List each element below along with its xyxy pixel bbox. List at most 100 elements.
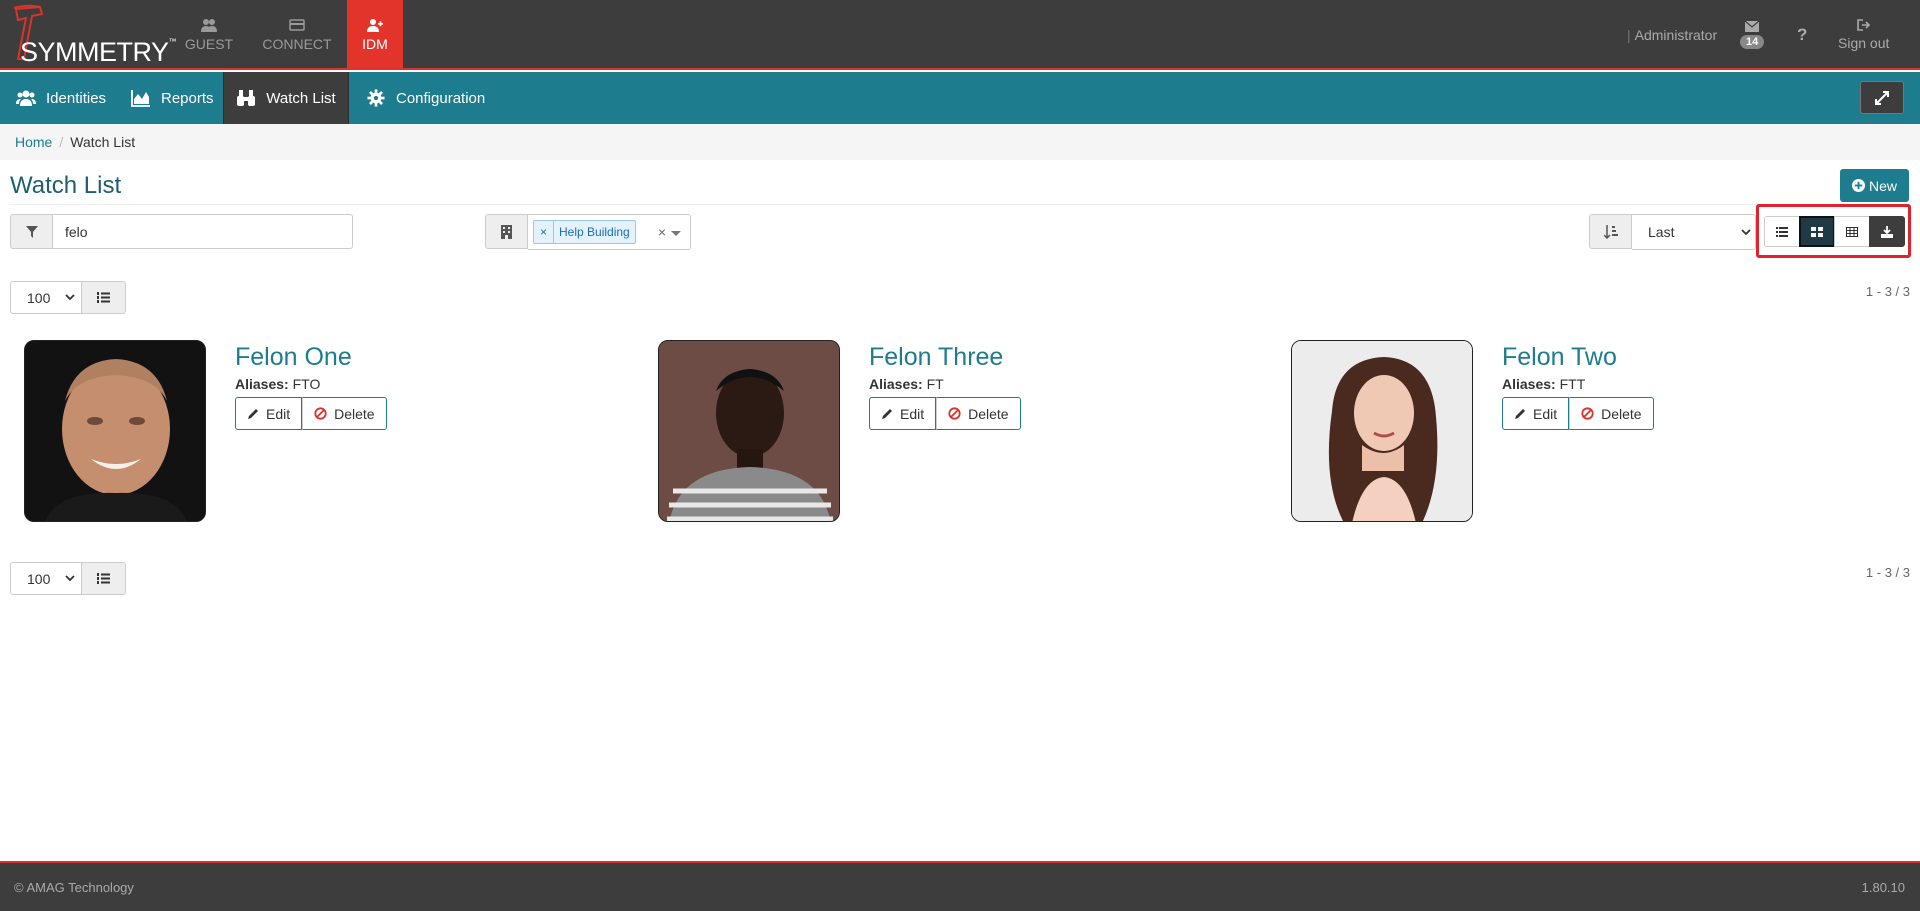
identity-photo[interactable] <box>658 340 840 522</box>
list-icon <box>1776 226 1788 237</box>
messages-button[interactable]: 14 <box>1740 0 1765 70</box>
nav-item-identities[interactable]: Identities <box>16 72 118 124</box>
aliases-value: FTT <box>1559 376 1586 392</box>
nav-label: Identities <box>46 89 107 107</box>
tag-remove-icon[interactable]: × <box>534 221 555 243</box>
nav-item-reports[interactable]: Reports <box>131 72 221 124</box>
identity-name-link[interactable]: Felon One <box>235 343 352 372</box>
expand-icon <box>1875 90 1889 105</box>
aliases-line: Aliases: FTO <box>235 376 320 392</box>
app-tab-label: IDM <box>362 36 388 52</box>
sign-out-button[interactable]: Sign out <box>1838 0 1889 70</box>
building-select[interactable]: × Help Building × <box>528 214 691 250</box>
breadcrumb-current: Watch List <box>70 134 136 150</box>
person-portrait-icon <box>25 341 205 521</box>
list-view-button[interactable] <box>1764 216 1800 247</box>
sort-addon[interactable] <box>1589 214 1632 249</box>
per-page-select[interactable]: 100 <box>10 281 82 314</box>
dropdown-caret-icon[interactable] <box>671 231 681 236</box>
users-icon <box>201 19 217 32</box>
nav-item-configuration[interactable]: Configuration <box>366 72 496 124</box>
card-actions: Edit Delete <box>869 397 1021 430</box>
edit-button[interactable]: Edit <box>235 397 303 430</box>
envelope-icon <box>1745 21 1760 32</box>
export-button[interactable] <box>1869 216 1905 247</box>
edit-button[interactable]: Edit <box>1502 397 1570 430</box>
chevron-down-icon <box>1741 228 1751 235</box>
breadcrumb-home-link[interactable]: Home <box>15 134 52 150</box>
chevron-down-icon <box>65 575 75 582</box>
top-bar: SYMMETRY™ GUEST CONNECT IDM | Administra… <box>0 0 1920 70</box>
new-button[interactable]: New <box>1840 169 1909 202</box>
identity-name-link[interactable]: Felon Two <box>1502 343 1617 372</box>
users-icon <box>16 90 36 106</box>
aliases-label: Aliases: <box>1502 376 1556 392</box>
delete-label: Delete <box>1601 405 1642 422</box>
delete-button[interactable]: Delete <box>302 397 387 430</box>
chevron-down-icon <box>65 294 75 301</box>
nav-label: Reports <box>161 89 214 107</box>
table-view-button[interactable] <box>1834 216 1870 247</box>
per-page-value: 100 <box>27 570 51 587</box>
gear-icon <box>367 89 385 107</box>
logo-wordmark: SYMMETRY™ <box>20 37 177 67</box>
app-tab-connect[interactable]: CONNECT <box>258 0 336 70</box>
list-options-button[interactable] <box>82 562 126 595</box>
aliases-label: Aliases: <box>235 376 289 392</box>
symmetry-logo[interactable]: SYMMETRY™ <box>6 4 177 67</box>
pencil-icon <box>1515 408 1525 419</box>
clear-selection-icon[interactable]: × <box>658 224 666 240</box>
sort-select[interactable]: Last <box>1632 214 1756 250</box>
help-icon: ? <box>1797 25 1808 44</box>
watch-card: Felon One Aliases: FTO Edit Delete <box>24 340 564 522</box>
building-addon <box>485 214 528 249</box>
separator: | <box>1627 27 1631 43</box>
sign-out-label: Sign out <box>1838 35 1890 51</box>
table-icon <box>1846 226 1858 237</box>
edit-label: Edit <box>900 405 925 422</box>
identity-name-link[interactable]: Felon Three <box>869 343 1003 372</box>
grid-icon <box>1811 226 1823 237</box>
app-tab-guest[interactable]: GUEST <box>180 0 238 70</box>
identity-photo[interactable] <box>24 340 206 522</box>
per-page-select[interactable]: 100 <box>10 562 82 595</box>
aliases-label: Aliases: <box>869 376 923 392</box>
nav-item-watch-list[interactable]: Watch List <box>223 72 349 124</box>
fullscreen-button[interactable] <box>1860 81 1904 114</box>
nav-label: Watch List <box>266 89 336 107</box>
title-divider <box>10 204 1910 205</box>
text-filter <box>10 214 353 249</box>
sign-out-icon <box>1856 19 1870 31</box>
ban-icon <box>948 407 961 420</box>
pager-bottom: 100 <box>10 562 126 595</box>
ban-icon <box>314 407 327 420</box>
list-options-button[interactable] <box>82 281 126 314</box>
delete-button[interactable]: Delete <box>936 397 1021 430</box>
view-mode-group <box>1764 216 1905 247</box>
breadcrumb-separator: / <box>59 134 64 150</box>
card-actions: Edit Delete <box>1502 397 1654 430</box>
app-tab-idm[interactable]: IDM <box>347 0 403 70</box>
search-input[interactable] <box>53 214 353 249</box>
sort-value: Last <box>1648 224 1675 240</box>
edit-label: Edit <box>266 405 291 422</box>
new-button-label: New <box>1868 177 1897 194</box>
edit-button[interactable]: Edit <box>869 397 937 430</box>
plus-circle-icon <box>1851 179 1865 192</box>
identity-photo[interactable] <box>1291 340 1473 522</box>
nav-label: Configuration <box>396 89 486 107</box>
delete-button[interactable]: Delete <box>1569 397 1654 430</box>
card-icon <box>289 19 305 31</box>
user-name: Administrator <box>1634 27 1718 43</box>
user-menu[interactable]: | Administrator <box>1627 0 1717 70</box>
tag-label: Help Building <box>559 225 630 239</box>
area-chart-icon <box>131 90 150 107</box>
copyright-text: © AMAG Technology <box>14 880 134 895</box>
pager-top: 100 <box>10 281 126 314</box>
result-count: 1 - 3 / 3 <box>1865 284 1910 299</box>
delete-label: Delete <box>968 405 1009 422</box>
sort-amount-icon <box>1603 224 1618 239</box>
version-text: 1.80.10 <box>1861 880 1905 895</box>
card-view-button[interactable] <box>1799 216 1835 247</box>
help-button[interactable]: ? <box>1797 0 1807 70</box>
